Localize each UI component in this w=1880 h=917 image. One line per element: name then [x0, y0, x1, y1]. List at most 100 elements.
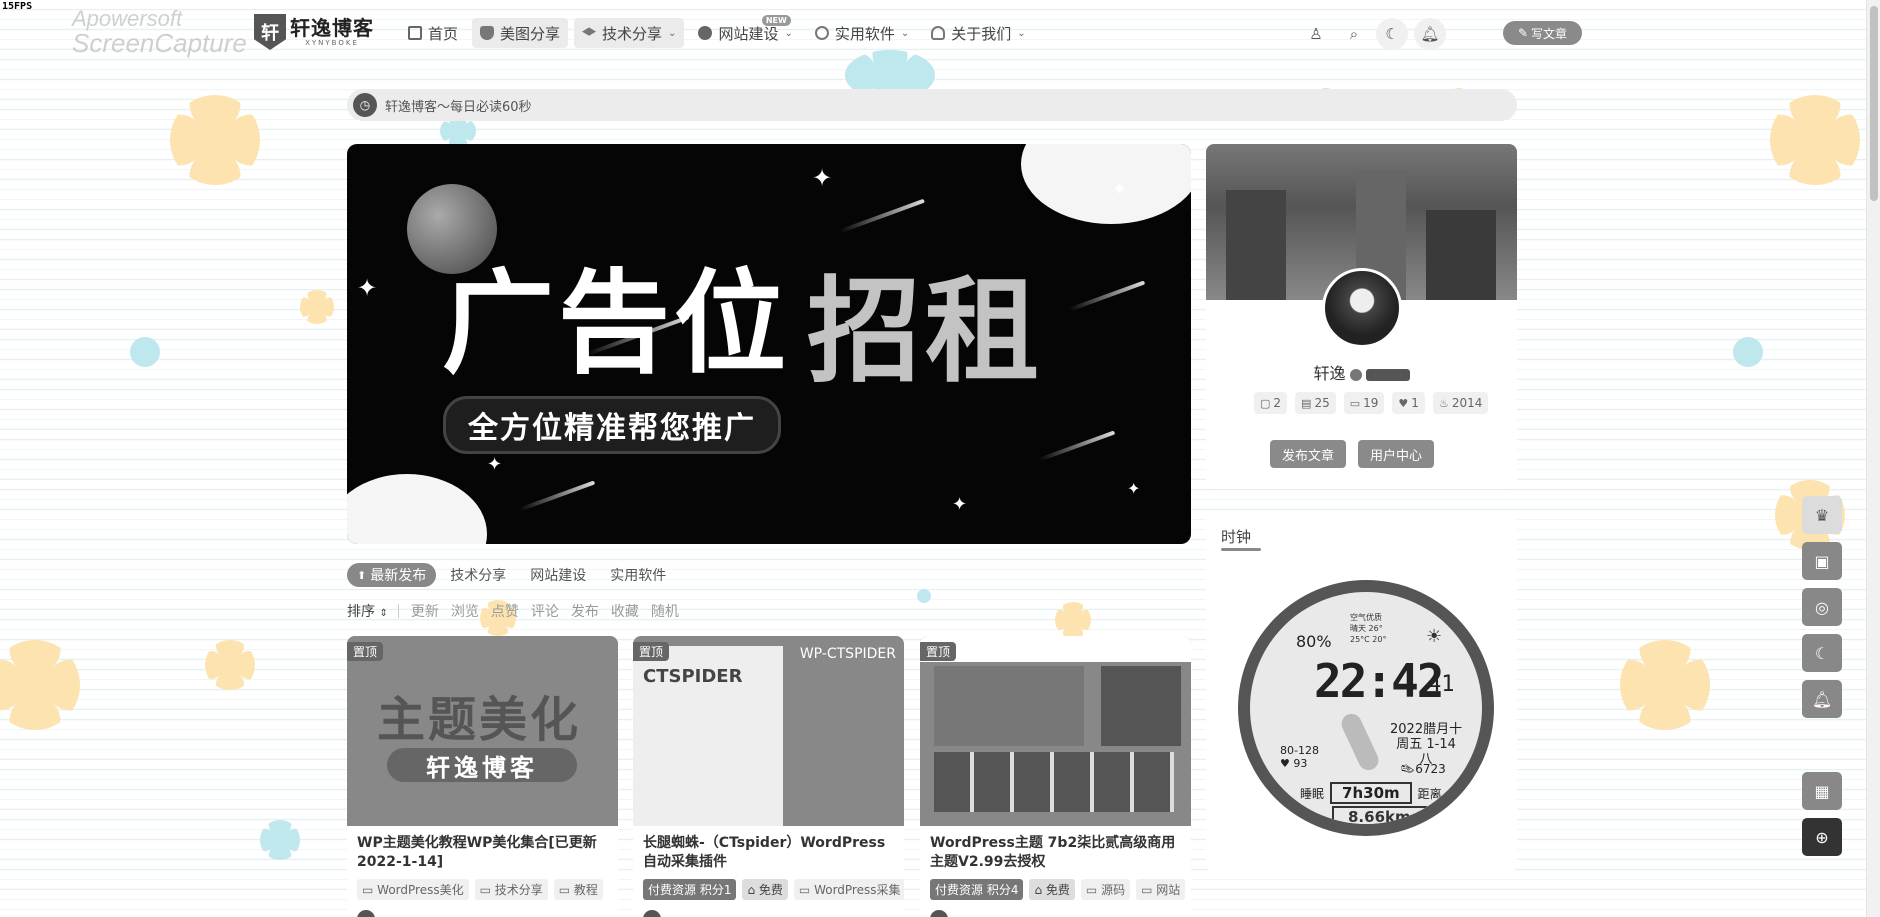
- post-card[interactable]: 置顶 WordPress主题 7b2柒比贰高级商用主题V2.99去授权 付费资源…: [920, 636, 1191, 917]
- tag-chip[interactable]: ▭ 源码: [1080, 879, 1131, 900]
- android-icon[interactable]: ▣: [1802, 542, 1842, 580]
- file-icon: ▤: [1301, 396, 1312, 410]
- post-thumbnail[interactable]: 主题美化 轩逸博客 置顶: [347, 636, 618, 826]
- nav-gallery[interactable]: 美图分享: [472, 18, 569, 48]
- page-scrollbar[interactable]: [1866, 0, 1880, 917]
- tab-tech[interactable]: 技术分享: [440, 563, 516, 587]
- chevron-down-icon: ⌄: [784, 27, 793, 39]
- scrollbar-thumb[interactable]: [1870, 6, 1878, 201]
- date-line: 周五 1-14: [1396, 737, 1456, 752]
- publish-article-button[interactable]: 发布文章: [1270, 440, 1347, 468]
- avatar[interactable]: [357, 910, 375, 917]
- nav-software[interactable]: 实用软件 ⌄: [807, 18, 917, 48]
- banner-shape: [347, 474, 487, 544]
- weather-text: 晴天 26°: [1350, 624, 1383, 633]
- tag-chip[interactable]: ▭ WordPress采集: [793, 879, 904, 900]
- bell-icon[interactable]: 🔔︎: [1414, 18, 1446, 50]
- distance-value: 8.66km: [1332, 806, 1427, 824]
- stat-posts: ▤ 25: [1295, 392, 1336, 414]
- hr-range: 80-128: [1280, 744, 1319, 757]
- moon-icon[interactable]: ☾: [1376, 18, 1408, 50]
- deco-dot: [1733, 337, 1763, 367]
- sort-option-published[interactable]: 发布: [571, 601, 599, 621]
- sort-option-views[interactable]: 浏览: [451, 601, 479, 621]
- clock-time: 22:42: [1314, 654, 1444, 708]
- new-badge: NEW: [761, 15, 791, 26]
- banner-headline-b: 招租: [807, 265, 1044, 398]
- thumb-topbar: [920, 636, 1191, 662]
- wechat-icon[interactable]: ◎: [1802, 588, 1842, 626]
- tab-website[interactable]: 网站建设: [520, 563, 596, 587]
- banner-star: ✦: [952, 494, 968, 515]
- profile-actions: 发布文章 用户中心: [1270, 440, 1446, 468]
- banner-star: ✦: [1127, 479, 1141, 498]
- banner-meteor: [839, 198, 925, 234]
- post-title[interactable]: 长腿蜘蛛-（CTspider）WordPress 自动采集插件: [633, 826, 904, 873]
- tag-chip[interactable]: ▭ 技术分享: [474, 879, 548, 900]
- pinned-badge: 置顶: [920, 642, 957, 661]
- author-avatar[interactable]: [1322, 268, 1402, 348]
- free-badge: ⌂ 免费: [742, 879, 788, 900]
- qrcode-icon[interactable]: ▦: [1802, 772, 1842, 810]
- deco-flower: [1770, 95, 1860, 185]
- tab-software[interactable]: 实用软件: [600, 563, 676, 587]
- upload-icon: ⬆: [357, 568, 367, 582]
- tag-chip[interactable]: ▭ 教程: [553, 879, 603, 900]
- thumb-line: [799, 710, 894, 715]
- sort-option-favorites[interactable]: 收藏: [611, 601, 639, 621]
- deco-flower: [0, 640, 80, 730]
- post-card[interactable]: 主题美化 轩逸博客 置顶 WP主题美化教程WP美化集合[已更新2022-1-14…: [347, 636, 618, 917]
- bell-icon: ⌂: [1034, 883, 1046, 897]
- write-article-label: 写文章: [1531, 26, 1568, 41]
- tag-chip[interactable]: ▭ 网站: [1136, 879, 1186, 900]
- post-title[interactable]: WordPress主题 7b2柒比贰高级商用主题V2.99去授权: [920, 826, 1191, 873]
- thumb-box: CTSPIDER: [643, 666, 743, 687]
- post-tags: 付费资源 积分1 ⌂ 免费 ▭ WordPress采集: [633, 873, 904, 900]
- pinned-badge: 置顶: [633, 642, 670, 661]
- deco-flower: [1055, 602, 1091, 638]
- write-article-button[interactable]: ✎ 写文章: [1503, 21, 1582, 45]
- tab-latest[interactable]: ⬆ 最新发布: [347, 563, 437, 587]
- nav-about[interactable]: 关于我们 ⌄: [923, 18, 1033, 48]
- nav-home[interactable]: 首页: [400, 18, 466, 48]
- tag-chip[interactable]: ▭ WordPress美化: [357, 879, 469, 900]
- fire-icon: ♨: [1438, 396, 1449, 410]
- watch-face: 80% 空气优质 晴天 26° 25°C 20° ☀ 22:42 41 2022…: [1238, 580, 1494, 836]
- sort-option-comments[interactable]: 评论: [531, 601, 559, 621]
- logo-subtitle: XYNYBOKE: [305, 39, 359, 47]
- verified-icon: [1349, 368, 1362, 381]
- sort-option-random[interactable]: 随机: [651, 601, 679, 621]
- stat-likes: ♥ 1: [1392, 392, 1425, 414]
- post-thumbnail[interactable]: CTSPIDER WP-CTSPIDER 置顶: [633, 636, 904, 826]
- search-icon[interactable]: ⌕: [1338, 18, 1370, 50]
- clock-widget: 时钟 80% 空气优质 晴天 26° 25°C 20° ☀ 22:42 41 2…: [1206, 512, 1517, 872]
- battery-percent: 80%: [1296, 632, 1332, 651]
- nav-tech[interactable]: 技术分享 ⌄: [574, 18, 685, 48]
- post-card[interactable]: CTSPIDER WP-CTSPIDER 置顶 长腿蜘蛛-（CTspider）W…: [633, 636, 904, 917]
- ad-banner[interactable]: ✦ ✦ ✦ ✦ ✦ ✦ 广告位 招租 全方位精准帮您推广: [347, 144, 1191, 544]
- sleep-row: 睡眠 7h30m 距离: [1300, 782, 1442, 804]
- crown-icon[interactable]: ♛: [1802, 496, 1842, 534]
- nav-label: 关于我们: [951, 24, 1012, 43]
- nav-label: 美图分享: [500, 24, 561, 43]
- user-center-button[interactable]: 用户中心: [1358, 440, 1435, 468]
- post-thumbnail[interactable]: 置顶: [920, 636, 1191, 826]
- sort-option-updated[interactable]: 更新: [411, 601, 439, 621]
- heart-icon: ♥: [1280, 757, 1294, 770]
- moon-icon[interactable]: ☾: [1802, 634, 1842, 672]
- site-logo[interactable]: 轩 轩逸博客 XYNYBOKE: [254, 14, 374, 50]
- plus-circle-icon[interactable]: ⊕: [1802, 818, 1842, 856]
- bell-icon[interactable]: 🔔︎: [1802, 680, 1842, 718]
- sort-icon: ⇕: [379, 608, 388, 619]
- sort-option-likes[interactable]: 点赞: [491, 601, 519, 621]
- notice-bar[interactable]: ◷ 轩逸博客～每日必读60秒: [347, 89, 1517, 121]
- author-name[interactable]: 轩逸: [1313, 364, 1345, 383]
- nav-website[interactable]: 网站建设 NEW ⌄: [690, 15, 800, 48]
- stat-messages: ▭ 19: [1343, 392, 1385, 414]
- medal-icon[interactable]: ♙: [1300, 18, 1332, 50]
- folder-icon: ▭: [1085, 883, 1102, 897]
- sort-label[interactable]: 排序 ⇕: [347, 601, 388, 621]
- avatar[interactable]: [643, 910, 661, 917]
- post-title[interactable]: WP主题美化教程WP美化集合[已更新2022-1-14]: [347, 826, 618, 873]
- avatar[interactable]: [930, 910, 948, 917]
